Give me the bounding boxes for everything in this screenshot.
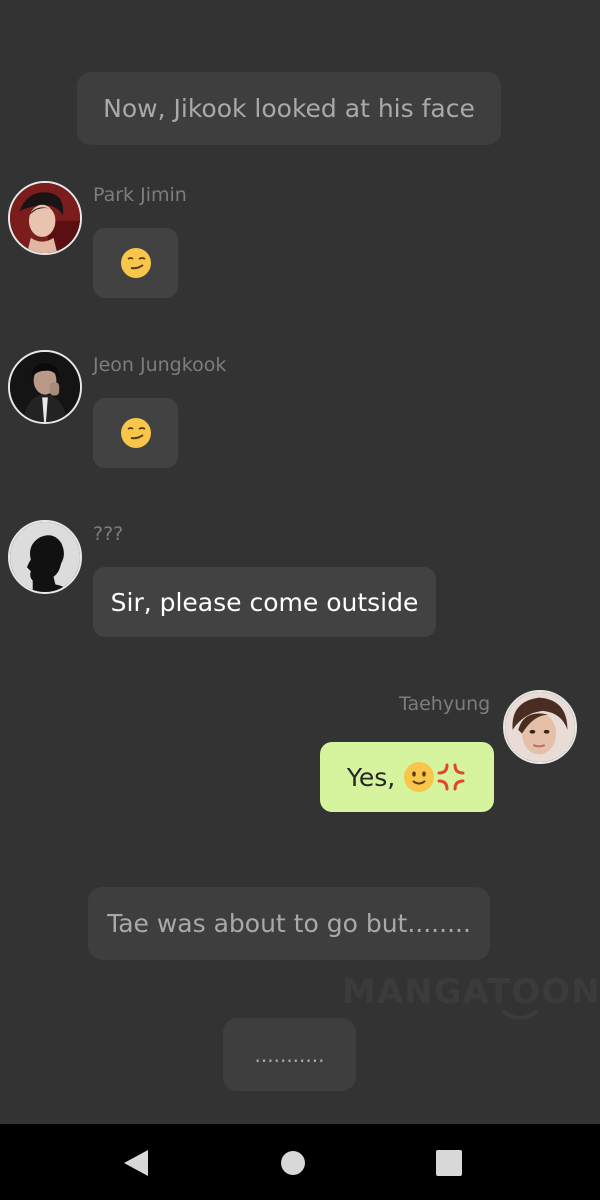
anger-symbol-icon	[437, 763, 465, 791]
message-text: Yes,	[346, 762, 404, 792]
avatar-unknown[interactable]	[8, 520, 82, 594]
narration-ellipsis: ...........	[223, 1018, 356, 1091]
avatar-park-jimin-image	[10, 183, 80, 253]
avatar-silhouette-image	[10, 522, 80, 592]
watermark-smile-icon	[502, 1010, 538, 1020]
message-bubble[interactable]	[93, 398, 178, 468]
home-icon[interactable]	[275, 1146, 311, 1180]
avatar-taehyung-image	[505, 692, 575, 762]
recents-icon[interactable]	[431, 1146, 467, 1180]
my-message-bubble[interactable]: Yes,	[320, 742, 494, 812]
back-icon[interactable]	[118, 1146, 154, 1180]
message-bubble[interactable]: Sir, please come outside	[93, 567, 436, 637]
speaker-name: ???	[93, 523, 124, 545]
slightly-smiling-face-icon	[404, 762, 435, 792]
avatar-jeon-jungkook[interactable]	[8, 350, 82, 424]
chat-story-screen: Now, Jikook looked at his face Park Jimi…	[0, 0, 600, 1200]
smirking-face-icon	[120, 248, 151, 278]
avatar-taehyung[interactable]	[503, 690, 577, 764]
system-navigation-bar	[0, 1124, 600, 1200]
message-bubble[interactable]	[93, 228, 178, 298]
narration-opening: Now, Jikook looked at his face	[77, 72, 501, 145]
speaker-name: Jeon Jungkook	[93, 354, 227, 376]
smirking-face-icon	[120, 418, 151, 448]
narration-tae-leaving: Tae was about to go but........	[88, 887, 490, 960]
avatar-park-jimin[interactable]	[8, 181, 82, 255]
speaker-name: Park Jimin	[93, 184, 187, 206]
avatar-jeon-jungkook-image	[10, 352, 80, 422]
speaker-name: Taehyung	[399, 693, 491, 715]
